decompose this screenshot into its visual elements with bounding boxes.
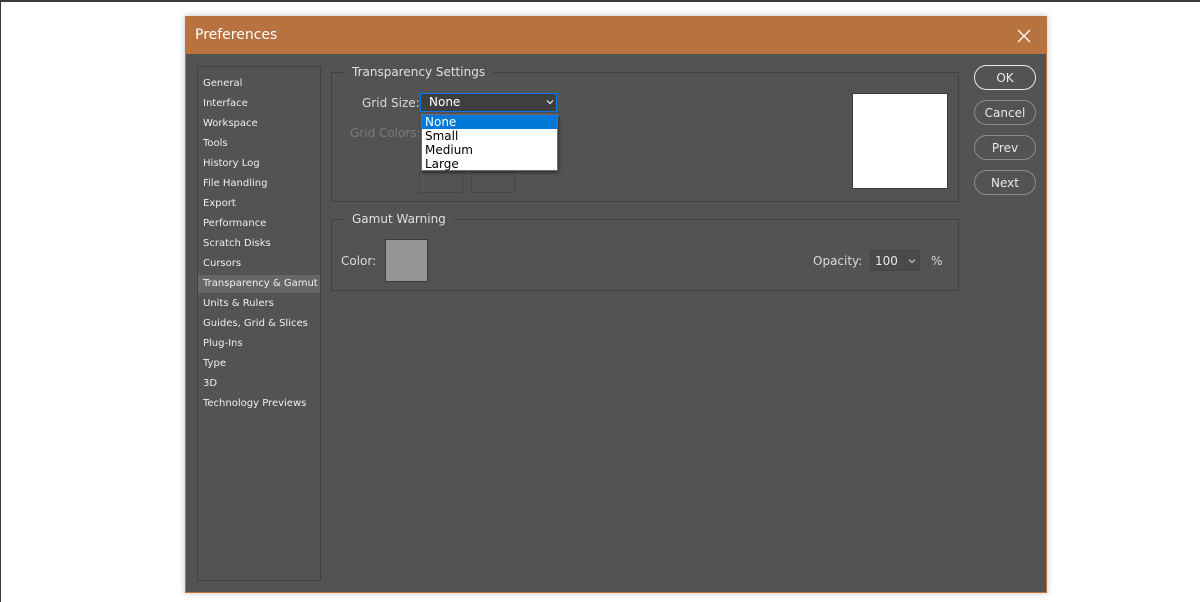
preferences-sidebar: General Interface Workspace Tools Histor…: [197, 66, 321, 581]
sidebar-item-export[interactable]: Export: [198, 195, 320, 213]
cancel-button[interactable]: Cancel: [974, 100, 1036, 125]
grid-size-dropdown-list: None Small Medium Large: [421, 114, 558, 171]
sidebar-item-technology-previews[interactable]: Technology Previews: [198, 395, 320, 413]
dropdown-option-large[interactable]: Large: [422, 157, 557, 171]
sidebar-item-performance[interactable]: Performance: [198, 215, 320, 233]
sidebar-item-3d[interactable]: 3D: [198, 375, 320, 393]
sidebar-item-guides-grid-slices[interactable]: Guides, Grid & Slices: [198, 315, 320, 333]
title-bar[interactable]: Preferences: [186, 17, 1046, 54]
close-icon: [1017, 29, 1031, 43]
gamut-color-label: Color:: [341, 254, 376, 268]
grid-size-select[interactable]: None: [420, 93, 557, 112]
opacity-dropdown-button[interactable]: [904, 251, 919, 270]
grid-size-value: None: [429, 95, 460, 109]
sidebar-item-workspace[interactable]: Workspace: [198, 115, 320, 133]
opacity-input[interactable]: 100: [870, 250, 920, 271]
percent-label: %: [931, 254, 942, 268]
grid-color-swatch-2: [471, 172, 515, 193]
sidebar-item-type[interactable]: Type: [198, 355, 320, 373]
sidebar-item-tools[interactable]: Tools: [198, 135, 320, 153]
ok-button[interactable]: OK: [974, 65, 1036, 90]
gamut-warning-legend: Gamut Warning: [344, 211, 454, 227]
opacity-value: 100: [875, 254, 898, 268]
sidebar-item-general[interactable]: General: [198, 75, 320, 93]
chevron-down-icon: [546, 98, 554, 106]
grid-color-swatch-1: [419, 172, 463, 193]
background-left-border: [0, 0, 1, 602]
chevron-down-icon: [908, 257, 916, 265]
preferences-dialog: Preferences General Interface Workspace …: [185, 16, 1047, 593]
background-top-border: [0, 0, 1200, 2]
next-button[interactable]: Next: [974, 170, 1036, 195]
dropdown-option-medium[interactable]: Medium: [422, 143, 557, 157]
prev-button[interactable]: Prev: [974, 135, 1036, 160]
opacity-label: Opacity:: [813, 254, 862, 268]
grid-size-label: Grid Size:: [362, 96, 420, 110]
sidebar-item-file-handling[interactable]: File Handling: [198, 175, 320, 193]
sidebar-item-transparency-gamut[interactable]: Transparency & Gamut: [198, 275, 320, 293]
sidebar-item-history-log[interactable]: History Log: [198, 155, 320, 173]
window-title: Preferences: [195, 27, 277, 43]
sidebar-item-scratch-disks[interactable]: Scratch Disks: [198, 235, 320, 253]
grid-colors-label: Grid Colors:: [350, 126, 421, 140]
dropdown-option-small[interactable]: Small: [422, 129, 557, 143]
sidebar-item-units-rulers[interactable]: Units & Rulers: [198, 295, 320, 313]
dropdown-option-none[interactable]: None: [422, 115, 557, 129]
transparency-settings-legend: Transparency Settings: [344, 64, 493, 80]
sidebar-item-plug-ins[interactable]: Plug-Ins: [198, 335, 320, 353]
transparency-preview: [852, 93, 948, 189]
sidebar-item-cursors[interactable]: Cursors: [198, 255, 320, 273]
gamut-color-swatch[interactable]: [385, 239, 428, 282]
close-button[interactable]: [1002, 17, 1046, 54]
sidebar-item-interface[interactable]: Interface: [198, 95, 320, 113]
